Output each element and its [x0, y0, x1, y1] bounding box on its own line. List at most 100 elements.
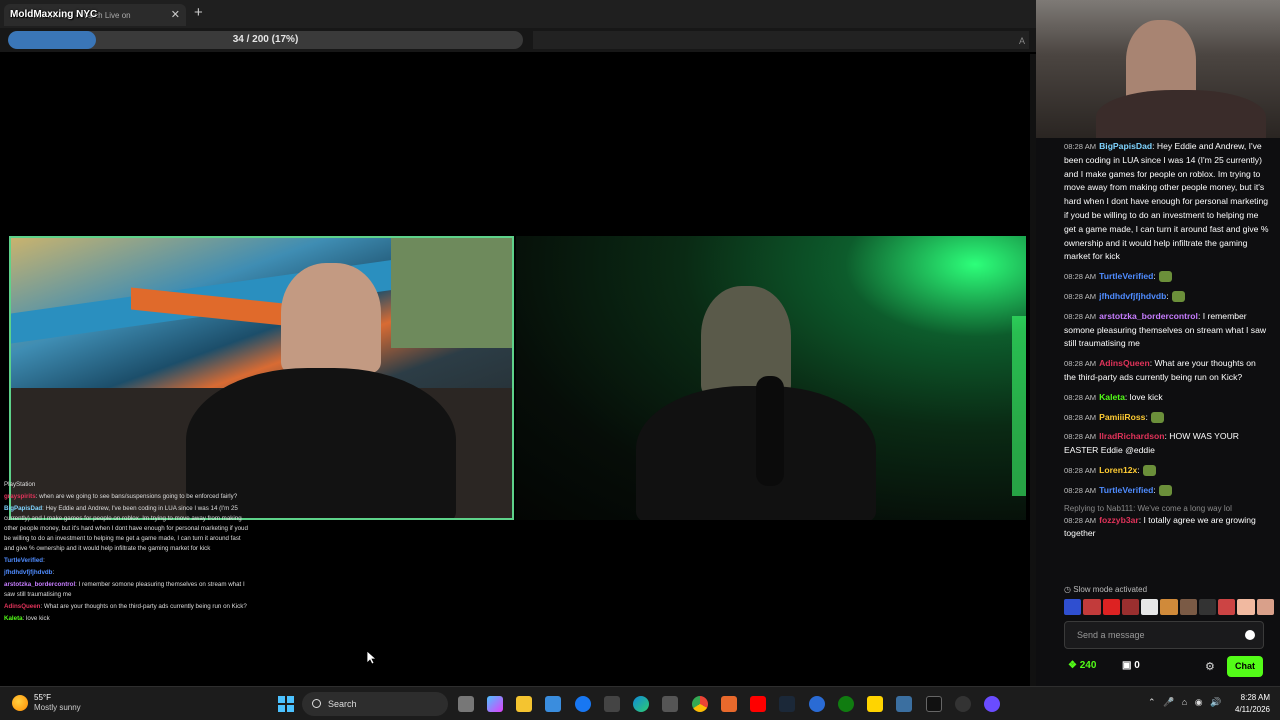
chat-timestamp: 08:28 AM: [1064, 142, 1097, 151]
task-view-icon[interactable]: [458, 696, 474, 712]
microphone: [756, 376, 784, 486]
clock-date: 4/11/2026: [1235, 705, 1270, 714]
new-tab-icon[interactable]: +: [194, 4, 203, 21]
progress-text: 34 / 200 (17%): [232, 34, 299, 45]
side-chat-username[interactable]: BigPapisDad: [4, 505, 42, 512]
steam-icon[interactable]: [779, 696, 795, 712]
slow-mode-text: Slow mode activated: [1073, 585, 1148, 594]
taskbar-clock[interactable]: 8:28 AM 4/11/2026: [1228, 692, 1270, 716]
xbox-icon[interactable]: [838, 696, 854, 712]
stream-overlay-title: MoldMaxxing NYC: [10, 9, 98, 20]
emote-icon[interactable]: [1218, 599, 1236, 615]
reader-mode-icon[interactable]: A: [1019, 36, 1025, 46]
chat-username[interactable]: Kaleta: [1099, 392, 1125, 402]
emote-icon[interactable]: [1083, 599, 1101, 615]
chat-text: :: [1145, 411, 1148, 422]
chat-username[interactable]: BigPapisDad: [1099, 141, 1152, 151]
chat-username[interactable]: PamiiiRoss: [1099, 412, 1145, 422]
side-chat-message: AdinsQueen: What are your thoughts on th…: [4, 602, 249, 612]
chat-timestamp: 08:28 AM: [1064, 392, 1097, 402]
emote-icon[interactable]: [1141, 599, 1159, 615]
edge-icon[interactable]: [633, 696, 649, 712]
message-input[interactable]: Send a message: [1064, 621, 1264, 649]
taskbar-search[interactable]: Search: [302, 692, 448, 716]
clock-icon: ◷: [1064, 585, 1074, 594]
file-explorer-icon[interactable]: [516, 696, 532, 712]
emote-icon[interactable]: [1179, 599, 1197, 615]
side-chat-username[interactable]: TurtleVerified: [4, 557, 43, 564]
chat-username[interactable]: IlradRichardson: [1099, 431, 1164, 441]
emote-icon[interactable]: [1160, 599, 1178, 615]
chat-username[interactable]: TurtleVerified: [1099, 271, 1153, 281]
chat-username[interactable]: fozzyb3ar: [1099, 515, 1139, 525]
emote-icon[interactable]: [1198, 599, 1217, 615]
chat-message: 08:28 AM fozzyb3ar: I totally agree we ar…: [1064, 514, 1270, 542]
send-chat-button[interactable]: Chat: [1227, 656, 1263, 677]
sticky-notes-icon[interactable]: [867, 696, 883, 712]
channel-points[interactable]: ❖ 240: [1068, 660, 1096, 671]
progress-bar: 34 / 200 (17%): [8, 31, 523, 49]
chat-message-list: 08:28 AM BigPapisDad: Hey Eddie and Andre…: [1064, 140, 1270, 547]
store-button[interactable]: ▣ 0: [1122, 660, 1140, 671]
side-chat-username[interactable]: arstotzka_bordercontrol: [4, 581, 75, 588]
side-chat-message: BigPapisDad: Hey Eddie and Andrew, I've …: [4, 504, 249, 554]
streamer-body: [1096, 90, 1266, 138]
emote-icon[interactable]: [1064, 599, 1082, 615]
reply-context[interactable]: Replying to Nab111: We've come a long wa…: [1064, 504, 1270, 513]
chat-username[interactable]: arstotzka_bordercontrol: [1099, 311, 1198, 321]
facebook-icon[interactable]: [575, 696, 591, 712]
chat-message: 08:28 AM TurtleVerified:: [1064, 484, 1270, 498]
youtube-icon[interactable]: [750, 696, 766, 712]
chat-message: 08:28 AM PamiiiRoss:: [1064, 411, 1270, 425]
side-chat-message: PlayStation: [4, 480, 249, 490]
emoji-picker-icon[interactable]: [1245, 630, 1255, 640]
side-chat-username[interactable]: jfhdhdvfjfjhdvdb: [4, 569, 52, 576]
chat-timestamp: 08:28 AM: [1064, 465, 1097, 475]
chat-message: 08:28 AM BigPapisDad: Hey Eddie and Andre…: [1064, 140, 1270, 264]
gear-icon[interactable]: ⚙: [1205, 660, 1215, 673]
system-tray[interactable]: ⌃ 🎤 ⌂ ◉ 🔊: [1148, 697, 1221, 708]
side-chat-username[interactable]: Kaleta: [4, 615, 23, 622]
chat-timestamp: 08:28 AM: [1064, 359, 1097, 369]
windows-taskbar: 55°F Mostly sunny Search ⌃ 🎤 ⌂ ◉ 🔊 8:28 …: [0, 686, 1280, 720]
chat-timestamp: 08:28 AM: [1064, 272, 1097, 282]
progress-row: 34 / 200 (17%) A: [0, 28, 1036, 52]
amazon-icon[interactable]: [604, 696, 620, 712]
chat-emote-icon: [1150, 411, 1164, 423]
chat-text: : love kick: [1124, 391, 1163, 402]
app-icon[interactable]: [721, 696, 737, 712]
microsoft-store-icon[interactable]: [545, 696, 561, 712]
chat-username[interactable]: jfhdhdvfjfjhdvdb: [1099, 291, 1166, 301]
app-icon[interactable]: [926, 696, 942, 712]
embedded-chat-overlay: PlayStation grayspirits: when are we goin…: [4, 480, 249, 626]
chat-username[interactable]: AdinsQueen: [1099, 358, 1150, 368]
slow-mode-notice: ◷ Slow mode activated: [1064, 585, 1147, 594]
weather-widget[interactable]: 55°F Mostly sunny: [12, 693, 81, 713]
side-chat-username[interactable]: grayspirits: [4, 493, 36, 500]
chat-panel: 08:28 AM BigPapisDad: Hey Eddie and Andre…: [1036, 0, 1280, 686]
points-count: 240: [1079, 660, 1097, 671]
emote-icon[interactable]: [1256, 599, 1274, 615]
emote-icon[interactable]: [1237, 599, 1255, 615]
message-input-placeholder: Send a message: [1077, 630, 1145, 640]
side-chat-username[interactable]: AdinsQueen: [4, 603, 40, 610]
copilot-icon[interactable]: [487, 696, 503, 712]
app-icon[interactable]: [809, 696, 825, 712]
chat-message: 08:28 AM jfhdhdvfjfjhdvdb:: [1064, 290, 1270, 304]
calculator-icon[interactable]: [662, 696, 678, 712]
windows-start-icon[interactable]: [278, 696, 294, 712]
chat-footer: ❖ 240 ▣ 0 ⚙ Chat: [1064, 656, 1264, 678]
emote-icon[interactable]: [1102, 599, 1120, 615]
obs-icon[interactable]: [955, 696, 971, 712]
app-icon[interactable]: [984, 696, 1000, 712]
close-icon[interactable]: ✕: [171, 8, 180, 21]
app-icon[interactable]: [896, 696, 912, 712]
side-chat-text: :: [52, 569, 55, 576]
host-left-head: [281, 263, 381, 373]
side-chat-message: arstotzka_bordercontrol: I remember somo…: [4, 580, 249, 600]
chat-username[interactable]: TurtleVerified: [1099, 485, 1153, 495]
emote-icon[interactable]: [1121, 599, 1140, 615]
chat-username[interactable]: Loren12x: [1099, 465, 1137, 475]
side-chat-text: :: [43, 557, 45, 564]
chrome-icon[interactable]: [692, 696, 708, 712]
